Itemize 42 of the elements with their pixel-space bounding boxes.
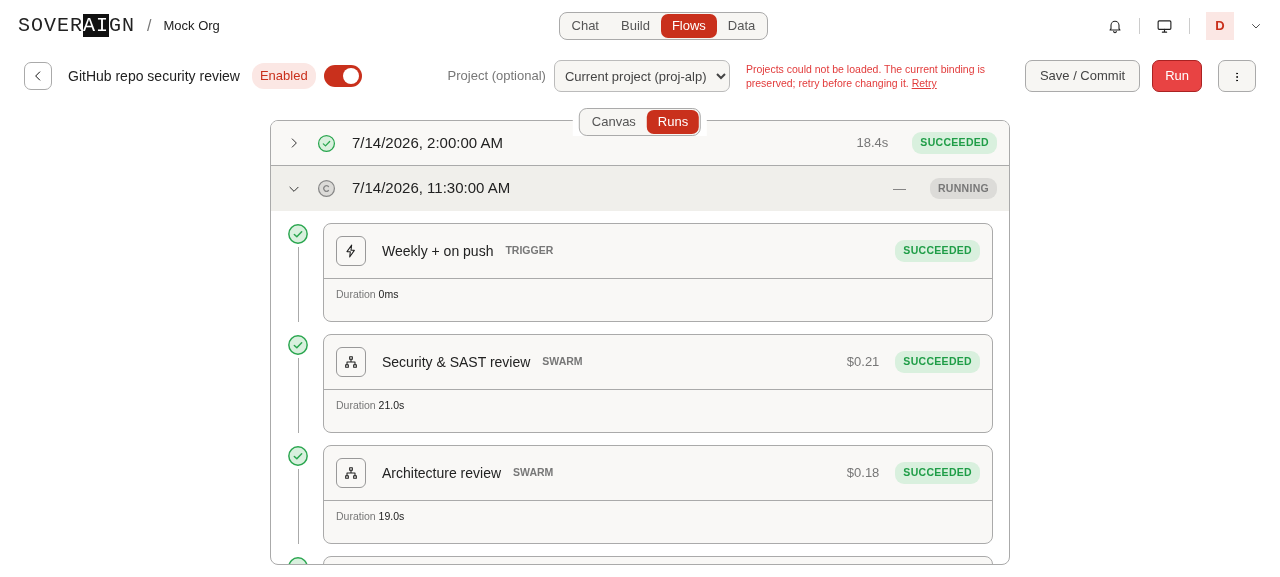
breadcrumb-separator: / xyxy=(147,16,152,36)
toggle-switch[interactable] xyxy=(323,65,362,87)
project-select[interactable]: Current project (proj-alp) xyxy=(553,60,730,92)
monitor-icon[interactable] xyxy=(1156,17,1173,35)
error-message: Projects could not be loaded. The current binding is preserved; retry before changing it. Retry xyxy=(745,61,986,91)
step-type: TRIGGER xyxy=(505,243,554,259)
step-cost: $0.21 xyxy=(846,353,880,372)
bell-icon[interactable] xyxy=(1107,18,1123,34)
run-timestamp: 7/14/2026, 2:00:00 AM xyxy=(352,132,503,153)
status-badge: SUCCEEDED xyxy=(895,462,980,484)
nav-tab[interactable]: Data xyxy=(716,14,767,38)
status-badge: SUCCEEDED xyxy=(895,240,980,262)
avatar[interactable]: D xyxy=(1206,12,1234,40)
status-badge: Enabled xyxy=(251,63,316,89)
view-tab[interactable]: Runs xyxy=(646,110,700,134)
run-duration: — xyxy=(892,179,906,198)
status-badge: SUCCEEDED xyxy=(895,351,980,373)
retry-link[interactable]: Retry xyxy=(911,77,937,89)
run-button[interactable]: Run xyxy=(1152,60,1202,92)
flow-title: GitHub repo security review xyxy=(68,66,240,86)
save-commit-button[interactable]: Save / Commit xyxy=(1024,60,1141,92)
project-label: Project (optional) xyxy=(447,67,546,86)
step-cost: $0.18 xyxy=(846,464,880,483)
step-type: SWARM xyxy=(542,354,583,370)
nav-tab[interactable]: Build xyxy=(610,14,661,38)
step-title: Security & SAST review xyxy=(382,352,531,372)
step-duration: Duration 19.0s xyxy=(336,510,405,522)
step-duration: Duration 21.0s xyxy=(336,399,405,411)
status-badge: RUNNING xyxy=(929,177,997,200)
step-type: SWARM xyxy=(513,465,554,481)
run-duration: 18.4s xyxy=(856,134,889,153)
status-badge: SUCCEEDED xyxy=(912,132,997,154)
step-title: Weekly + on push xyxy=(382,241,494,261)
nav-tab[interactable]: Flows xyxy=(660,14,717,38)
step-title: Architecture review xyxy=(382,463,502,483)
run-row[interactable]: 7/14/2026, 11:30:00 AM — RUNNING xyxy=(271,166,1009,211)
nav-tab[interactable]: Chat xyxy=(560,14,610,38)
step-duration: Duration 0ms xyxy=(336,288,399,300)
run-timestamp: 7/14/2026, 11:30:00 AM xyxy=(352,178,511,199)
org-name: Mock Org xyxy=(163,17,220,36)
hierarchy-icon xyxy=(343,465,359,481)
hierarchy-icon xyxy=(343,354,359,370)
